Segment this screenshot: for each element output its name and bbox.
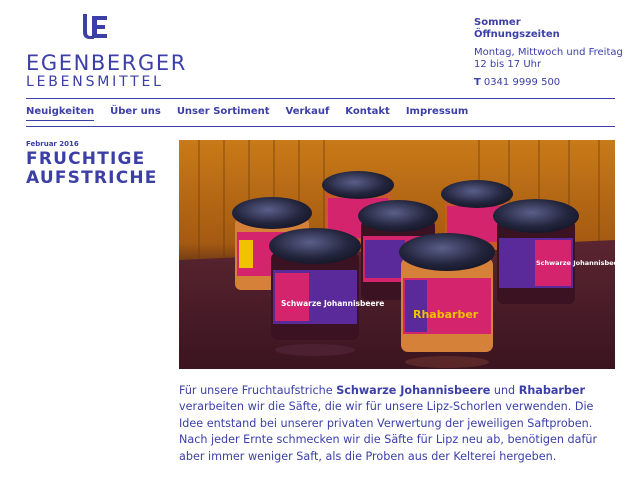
jar-label-right: Schwarze Johannisbeere bbox=[536, 259, 615, 267]
hours-days: Montag, Mittwoch und Freitag bbox=[474, 47, 623, 58]
main-nav: Neuigkeiten Über uns Unser Sortiment Ver… bbox=[26, 105, 468, 121]
post-body-rest: verarbeiten wir die Säfte, die wir für u… bbox=[179, 400, 598, 463]
brand-name: EGENBERGER bbox=[26, 51, 187, 75]
nav-item-impressum[interactable]: Impressum bbox=[406, 105, 468, 121]
hours-title-line2: Öffnungszeiten bbox=[474, 29, 560, 40]
post-body-intro: Für unsere Fruchtaufstriche bbox=[179, 384, 337, 397]
post-body-and: und bbox=[490, 384, 519, 397]
phone-prefix: T bbox=[474, 77, 481, 88]
jar-label-left: Schwarze Johannisbeere bbox=[281, 299, 384, 308]
product-link-rhabarber[interactable]: Rhabarber bbox=[519, 384, 585, 397]
product-link-johannisbeere[interactable]: Schwarze Johannisbeere bbox=[336, 384, 490, 397]
nav-item-kontakt[interactable]: Kontakt bbox=[345, 105, 390, 121]
post-title: FRUCHTIGE AUFSTRICHE bbox=[26, 149, 158, 188]
brand-subtitle: LEBENSMITTEL bbox=[26, 74, 164, 90]
brand-logo[interactable]: EGENBERGER LEBENSMITTEL bbox=[26, 12, 185, 92]
post-date: Februar 2016 bbox=[26, 140, 79, 148]
hours-title-line1: Sommer bbox=[474, 17, 521, 28]
hours-title: Sommer Öffnungszeiten bbox=[474, 17, 634, 41]
nav-item-neuigkeiten[interactable]: Neuigkeiten bbox=[26, 105, 95, 121]
jar-label-center: Rhabarber bbox=[413, 308, 479, 321]
hours-phone-line[interactable]: T 0341 9999 500 bbox=[474, 77, 634, 89]
hours-time: 12 bis 17 Uhr bbox=[474, 59, 542, 70]
nav-divider-top bbox=[26, 98, 615, 99]
phone-number[interactable]: 0341 9999 500 bbox=[484, 77, 560, 88]
nav-item-sortiment[interactable]: Unser Sortiment bbox=[177, 105, 270, 121]
post-photo: Schwarze Johannisbeere Schwarze Johannis… bbox=[179, 140, 615, 369]
hours-days-block: Montag, Mittwoch und Freitag 12 bis 17 U… bbox=[474, 47, 634, 71]
jam-jars-photo: Schwarze Johannisbeere Schwarze Johannis… bbox=[179, 140, 615, 369]
post-body: Für unsere Fruchtaufstriche Schwarze Joh… bbox=[179, 383, 619, 465]
E-monogram-icon bbox=[83, 14, 107, 39]
nav-divider-bottom bbox=[26, 126, 615, 127]
nav-item-verkauf[interactable]: Verkauf bbox=[286, 105, 330, 121]
nav-item-ueber-uns[interactable]: Über uns bbox=[110, 105, 161, 121]
opening-hours: Sommer Öffnungszeiten Montag, Mittwoch u… bbox=[474, 17, 634, 89]
